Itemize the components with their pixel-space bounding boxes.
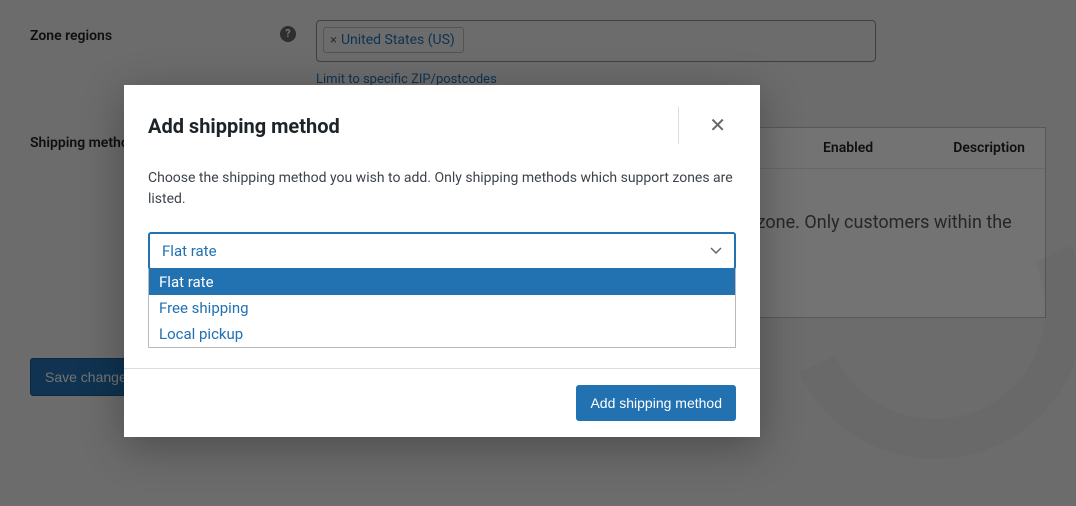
option-local-pickup[interactable]: Local pickup [149,321,735,347]
option-flat-rate[interactable]: Flat rate [149,269,735,295]
shipping-method-select[interactable]: Flat rate Flat rate Free shipping Local … [148,232,736,270]
modal-instructions: Choose the shipping method you wish to a… [148,168,736,210]
shipping-method-dropdown: Flat rate Free shipping Local pickup [148,269,736,348]
add-shipping-method-modal: Add shipping method ✕ Choose the shippin… [124,85,760,437]
modal-title: Add shipping method [148,114,340,138]
add-shipping-method-button[interactable]: Add shipping method [576,385,736,421]
chevron-down-icon [710,245,722,257]
close-icon[interactable]: ✕ [703,111,732,140]
option-free-shipping[interactable]: Free shipping [149,295,735,321]
select-value: Flat rate [162,242,217,260]
